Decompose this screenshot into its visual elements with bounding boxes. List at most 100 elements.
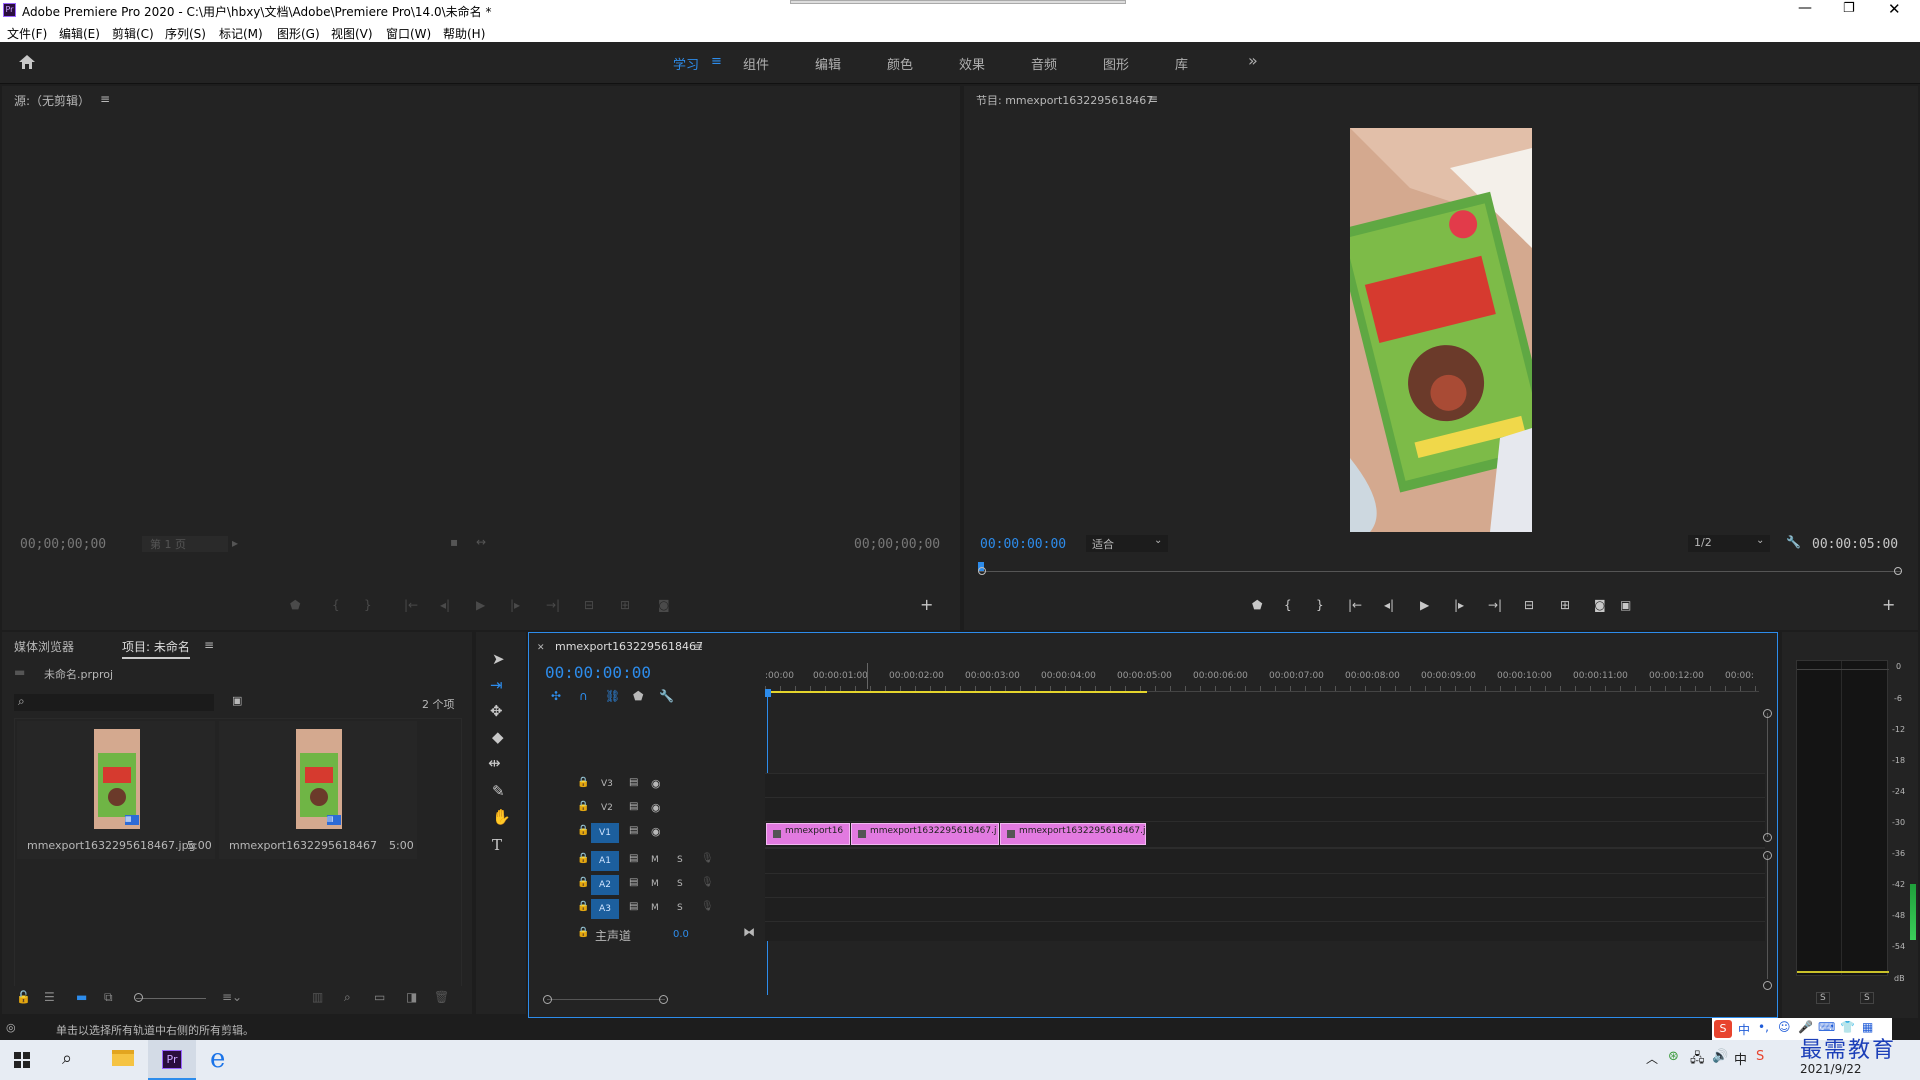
scroll-handle[interactable] (1763, 981, 1772, 990)
extract-icon[interactable]: ⊞ (1560, 598, 1570, 612)
master-expand-icon[interactable]: ⧓ (743, 925, 755, 939)
video-scrollbar[interactable] (1767, 713, 1768, 837)
program-scrub-bar[interactable] (978, 560, 1902, 580)
home-icon[interactable] (18, 54, 36, 70)
workspace-graphics[interactable]: 图形 (1103, 54, 1129, 73)
solo-left-button[interactable]: S (1816, 992, 1830, 1004)
timeline-zoom-bar[interactable] (547, 999, 665, 1000)
track-label-v3[interactable]: V3 (601, 779, 613, 789)
overwrite-icon[interactable]: ⊞ (620, 598, 630, 612)
menu-marker[interactable]: 标记(M) (219, 25, 263, 42)
step-back-icon[interactable]: ◂| (1384, 598, 1394, 612)
workspace-learn[interactable]: 学习 (673, 54, 699, 73)
network-icon[interactable]: 🖧 (1690, 1049, 1705, 1071)
eye-icon[interactable]: ◉ (651, 777, 661, 790)
ripple-edit-tool-icon[interactable]: ✥ (490, 702, 503, 720)
microphone-icon[interactable]: 🎙 (701, 901, 714, 912)
selection-tool-icon[interactable]: ➤ (492, 650, 505, 668)
file-explorer-icon[interactable] (112, 1050, 134, 1066)
new-search-bin-icon[interactable]: ▣ (232, 694, 242, 707)
zoom-handle[interactable] (659, 995, 668, 1004)
menu-graphics[interactable]: 图形(G) (277, 25, 320, 42)
timeline-timecode[interactable]: 00:00:00:00 (545, 663, 651, 682)
input-method-icon[interactable]: 中 (1734, 1049, 1747, 1068)
video-clip[interactable]: mmexport1632295618467.j (1000, 823, 1146, 845)
sync-lock-icon[interactable]: ▤ (629, 877, 638, 888)
find-icon[interactable]: ⌕ (344, 990, 351, 1005)
solo-button[interactable]: S (677, 879, 683, 889)
source-timecode-left[interactable]: 00;00;00;00 (20, 537, 106, 552)
lock-icon[interactable]: 🔒 (577, 927, 589, 938)
close-sequence-icon[interactable]: ✕ (537, 643, 545, 653)
source-expand-icon[interactable]: ↔ (476, 535, 486, 549)
menu-clip[interactable]: 剪辑(C) (112, 25, 154, 42)
program-panel-menu-icon[interactable]: ≡ (1148, 92, 1158, 106)
tray-expand-icon[interactable]: ︿ (1646, 1050, 1658, 1067)
project-item[interactable]: ▦ mmexport1632295618467.jpg 5:00 (17, 721, 215, 859)
automate-icon[interactable]: ▥ (312, 990, 323, 1004)
lock-icon[interactable]: 🔓 (16, 990, 31, 1004)
source-add-button-icon[interactable]: + (920, 595, 933, 614)
microphone-icon[interactable]: 🎙 (701, 877, 714, 888)
comparison-view-icon[interactable]: ▣ (1620, 598, 1631, 612)
program-playhead-timecode[interactable]: 00:00:00:00 (980, 537, 1066, 552)
zoom-handle[interactable] (543, 995, 552, 1004)
sequence-menu-icon[interactable]: ≡ (693, 640, 703, 654)
mute-button[interactable]: M (651, 879, 659, 889)
workspace-audio[interactable]: 音频 (1031, 54, 1057, 73)
goto-in-icon[interactable]: |← (1348, 598, 1362, 612)
fit-select[interactable]: 适合 ⌄ (1086, 535, 1168, 552)
project-menu-icon[interactable]: ≡ (204, 638, 214, 652)
wrench-icon[interactable]: 🔧 (1786, 535, 1801, 549)
video-clip[interactable]: mmexport1632295618467.j (851, 823, 999, 845)
marker-icon[interactable]: ⬟ (1252, 598, 1262, 612)
track-select-tool-icon[interactable]: ⇥ (490, 676, 503, 694)
track-label-v2[interactable]: V2 (601, 803, 613, 813)
microphone-icon[interactable]: 🎙 (701, 853, 714, 864)
program-add-button-icon[interactable]: + (1882, 595, 1895, 614)
minimize-button[interactable]: — (1798, 0, 1812, 16)
new-bin-icon[interactable]: ▭ (374, 990, 385, 1004)
step-forward-icon[interactable]: |▸ (1454, 598, 1464, 612)
resolution-select[interactable]: 1/2 ⌄ (1688, 535, 1770, 552)
icon-view-icon[interactable]: ▬ (76, 990, 87, 1004)
sync-lock-icon[interactable]: ▤ (629, 801, 638, 812)
video-clip[interactable]: mmexport16 (766, 823, 850, 845)
mark-out-icon[interactable]: } (1316, 598, 1324, 612)
new-item-icon[interactable]: ◨ (406, 990, 417, 1004)
play-icon[interactable]: ▶ (1420, 598, 1429, 612)
project-item[interactable]: ▤ mmexport1632295618467 5:00 (219, 721, 417, 859)
source-title[interactable]: 源:（无剪辑） (14, 92, 90, 109)
search-input[interactable]: ⌕ (14, 694, 214, 711)
goto-in-icon[interactable]: |← (404, 598, 418, 612)
workspace-effects[interactable]: 效果 (959, 54, 985, 73)
solo-right-button[interactable]: S (1860, 992, 1874, 1004)
freeform-view-icon[interactable]: ⧉ (104, 990, 113, 1005)
master-volume[interactable]: 0.0 (673, 929, 689, 940)
mark-in-icon[interactable]: { (1284, 598, 1292, 612)
delete-icon[interactable]: 🗑 (434, 990, 449, 1004)
source-settings-icon[interactable]: ▪ (450, 535, 458, 549)
mute-button[interactable]: M (651, 855, 659, 865)
solo-button[interactable]: S (677, 903, 683, 913)
punctuation-icon[interactable]: •, (1758, 1020, 1769, 1034)
volume-icon[interactable]: 🔊 (1712, 1049, 1728, 1064)
insert-icon[interactable]: ⊟ (584, 598, 594, 612)
razor-tool-icon[interactable]: ◆ (492, 728, 504, 746)
track-label-v1[interactable]: V1 (591, 823, 619, 843)
type-tool-icon[interactable]: T (492, 836, 502, 854)
export-frame-icon[interactable]: ◙ (658, 598, 670, 612)
workspace-menu-icon[interactable]: ≡ (711, 54, 722, 69)
close-window-button[interactable]: ✕ (1888, 0, 1901, 18)
play-icon[interactable]: ▶ (476, 598, 485, 612)
step-forward-icon[interactable]: |▸ (510, 598, 520, 612)
mark-out-icon[interactable]: } (364, 598, 372, 612)
menu-edit[interactable]: 编辑(E) (59, 25, 100, 42)
pen-tool-icon[interactable]: ✎ (492, 782, 505, 800)
search-icon[interactable]: ⌕ (62, 1048, 72, 1069)
workspace-color[interactable]: 颜色 (887, 54, 913, 73)
timeline-settings-icon[interactable]: 🔧 (659, 689, 674, 703)
zoom-slider[interactable] (136, 998, 206, 999)
premiere-taskbar-button[interactable]: Pr (148, 1040, 196, 1080)
track-area[interactable] (765, 773, 1765, 941)
